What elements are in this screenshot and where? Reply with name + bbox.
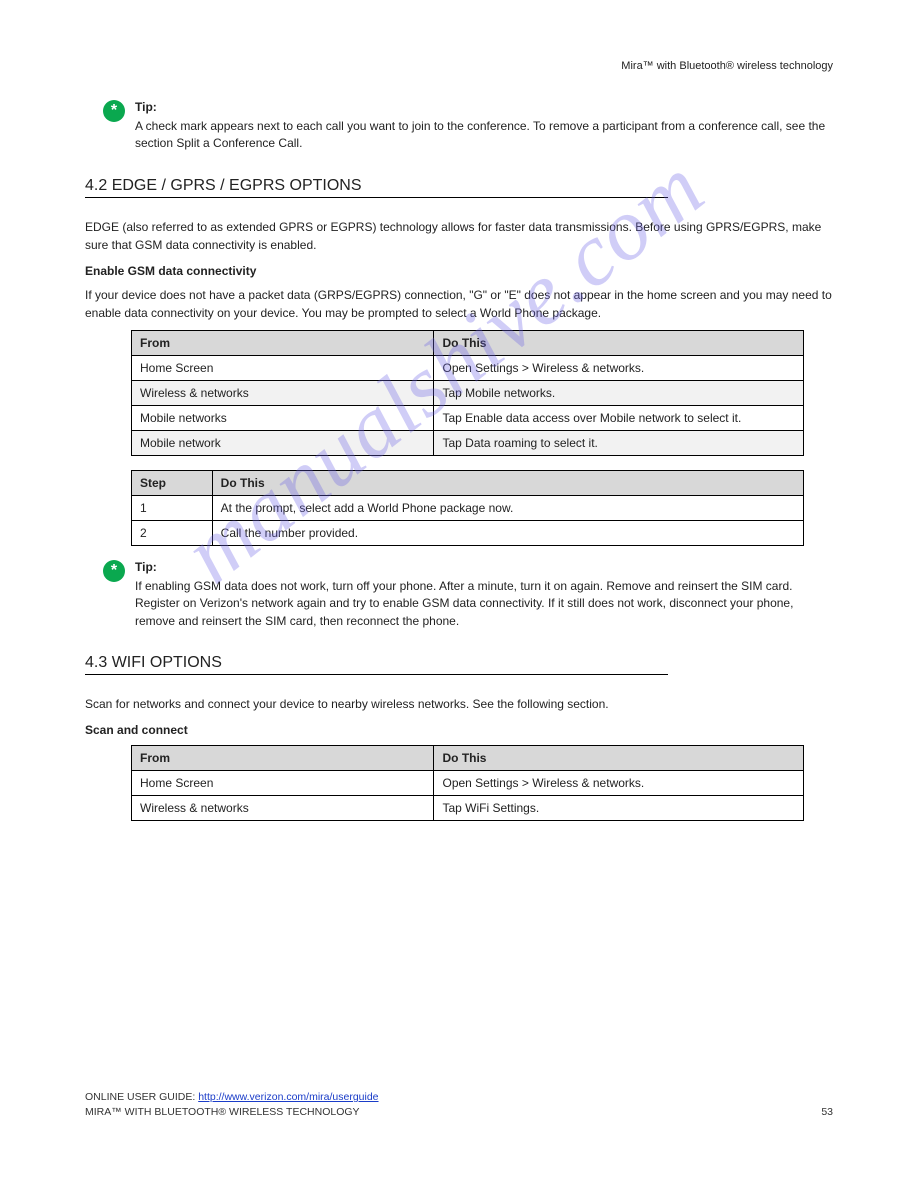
section-title-42: 4.2 EDGE / GPRS / EGPRS OPTIONS [85, 177, 833, 195]
tip-text: A check mark appears next to each call y… [135, 118, 833, 153]
tip-content: Tip: If enabling GSM data does not work,… [135, 560, 833, 630]
table-cell: Mobile networks [132, 405, 434, 430]
table-cell: 1 [132, 495, 213, 520]
footer-prefix: ONLINE USER GUIDE: [85, 1091, 198, 1103]
section-desc: If your device does not have a packet da… [85, 286, 833, 322]
table-cell: Wireless & networks [132, 380, 434, 405]
table-cell: Tap WiFi Settings. [434, 795, 804, 820]
header-right-text: Mira™ with Bluetooth® wireless technolog… [621, 60, 833, 72]
asterisk-icon: * [103, 100, 125, 122]
footer-link-url[interactable]: http://www.verizon.com/mira/userguide [198, 1091, 378, 1103]
table-row: Mobile networksTap Enable data access ov… [132, 405, 804, 430]
table-row: Home ScreenOpen Settings > Wireless & ne… [132, 770, 804, 795]
table-row: Home ScreenOpen Settings > Wireless & ne… [132, 355, 804, 380]
footer-product-name: MIRA™ WITH BLUETOOTH® WIRELESS TECHNOLOG… [85, 1106, 360, 1118]
table-cell: Tap Mobile networks. [434, 380, 804, 405]
table-cell: Open Settings > Wireless & networks. [434, 770, 804, 795]
table-cell: Home Screen [132, 770, 434, 795]
table-row: Wireless & networksTap WiFi Settings. [132, 795, 804, 820]
subheading-enable-gsm: Enable GSM data connectivity [85, 264, 833, 278]
table-wifi-steps: From Do This Home ScreenOpen Settings > … [131, 745, 804, 821]
table-cell: Open Settings > Wireless & networks. [434, 355, 804, 380]
table-row: Mobile networkTap Data roaming to select… [132, 430, 804, 455]
page-content: Mira™ with Bluetooth® wireless technolog… [0, 0, 918, 821]
table-row: 2Call the number provided. [132, 520, 804, 545]
table-cell: Tap Data roaming to select it. [434, 430, 804, 455]
table-cell: Mobile network [132, 430, 434, 455]
tip-label: Tip: [135, 560, 833, 574]
table-header: Do This [434, 330, 804, 355]
section-title-43: 4.3 WIFI OPTIONS [85, 654, 833, 672]
section-rule [85, 674, 668, 675]
tip-block-1: * Tip: A check mark appears next to each… [103, 100, 833, 153]
table-header: From [132, 745, 434, 770]
table-cell: Home Screen [132, 355, 434, 380]
section-intro: EDGE (also referred to as extended GPRS … [85, 218, 833, 254]
table-cell: At the prompt, select add a World Phone … [212, 495, 804, 520]
table-row: 1At the prompt, select add a World Phone… [132, 495, 804, 520]
table-cell: Wireless & networks [132, 795, 434, 820]
table-header: Step [132, 470, 213, 495]
tip-text: If enabling GSM data does not work, turn… [135, 578, 833, 630]
tip-block-2: * Tip: If enabling GSM data does not wor… [103, 560, 833, 630]
table-header: From [132, 330, 434, 355]
tip-content: Tip: A check mark appears next to each c… [135, 100, 833, 153]
page-footer: ONLINE USER GUIDE: http://www.verizon.co… [85, 1091, 833, 1118]
asterisk-icon: * [103, 560, 125, 582]
table-gsm-steps: From Do This Home ScreenOpen Settings > … [131, 330, 804, 456]
table-cell: Tap Enable data access over Mobile netwo… [434, 405, 804, 430]
table-cell: Call the number provided. [212, 520, 804, 545]
page-number: 53 [821, 1106, 833, 1118]
footer-line1: ONLINE USER GUIDE: http://www.verizon.co… [85, 1091, 833, 1103]
footer-line2: MIRA™ WITH BLUETOOTH® WIRELESS TECHNOLOG… [85, 1106, 833, 1118]
table-row: Wireless & networksTap Mobile networks. [132, 380, 804, 405]
section-rule [85, 197, 668, 198]
section-intro: Scan for networks and connect your devic… [85, 695, 833, 713]
table-worldphone-steps: Step Do This 1At the prompt, select add … [131, 470, 804, 546]
table-cell: 2 [132, 520, 213, 545]
tip-label: Tip: [135, 100, 833, 114]
page-header: Mira™ with Bluetooth® wireless technolog… [85, 60, 833, 72]
table-header: Do This [434, 745, 804, 770]
subheading-scan-connect: Scan and connect [85, 723, 833, 737]
table-header: Do This [212, 470, 804, 495]
